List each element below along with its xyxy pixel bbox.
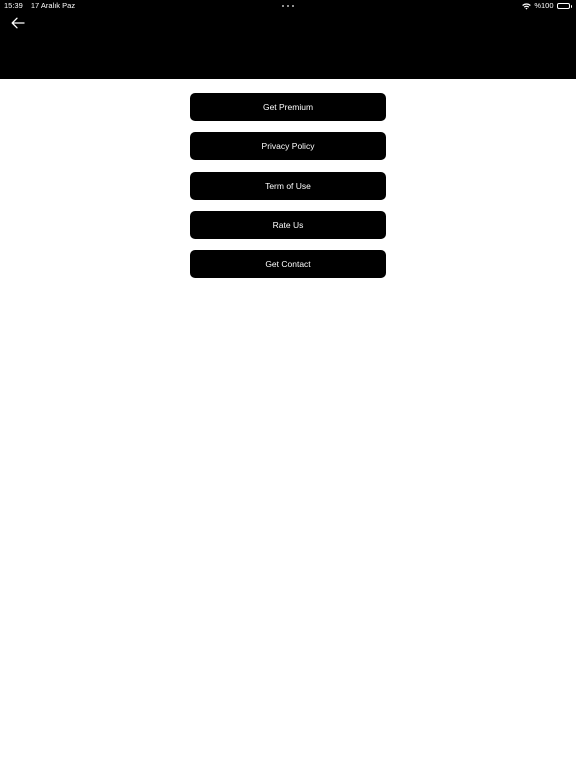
wifi-icon xyxy=(522,2,532,10)
status-date: 17 Aralık Paz xyxy=(30,1,76,10)
terms-of-use-button[interactable]: Term of Use xyxy=(190,171,386,200)
battery-body xyxy=(556,3,570,9)
status-time: 15:39 xyxy=(4,1,23,10)
back-button[interactable] xyxy=(9,15,27,31)
battery-tip xyxy=(570,4,572,8)
header-bar: 15:39 17 Aralık Paz %100 xyxy=(0,0,576,79)
rate-us-button[interactable]: Rate Us xyxy=(190,210,386,239)
get-contact-button[interactable]: Get Contact xyxy=(190,250,386,279)
settings-screen: 15:39 17 Aralık Paz %100 Get Premium Pri… xyxy=(0,0,576,768)
status-bar: 15:39 17 Aralık Paz %100 xyxy=(0,0,576,12)
battery-full-icon xyxy=(556,3,572,9)
get-premium-button[interactable]: Get Premium xyxy=(190,93,386,121)
battery-percentage: %100 xyxy=(534,1,554,10)
settings-menu: Get Premium Privacy Policy Term of Use R… xyxy=(190,93,386,289)
status-left: 15:39 17 Aralık Paz xyxy=(4,0,75,12)
dot xyxy=(286,5,290,8)
multitasking-dots-icon[interactable] xyxy=(282,5,294,8)
dot xyxy=(291,5,294,8)
privacy-policy-button[interactable]: Privacy Policy xyxy=(190,132,386,161)
arrow-left-icon xyxy=(11,17,25,29)
dot xyxy=(282,5,285,8)
status-right: %100 xyxy=(522,0,572,12)
